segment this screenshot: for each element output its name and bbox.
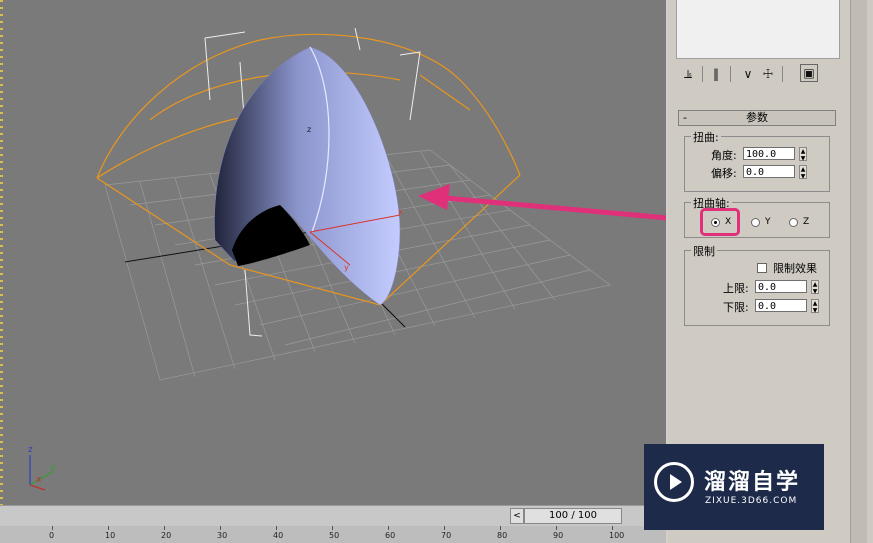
modifier-stack-list[interactable] — [676, 0, 840, 59]
limit-effect-label: 限制效果 — [773, 262, 817, 275]
ruler-tick — [276, 526, 277, 530]
lower-limit-label: 下限: — [723, 301, 749, 314]
ruler-tick — [556, 526, 557, 530]
tripod-x: x — [36, 475, 42, 485]
watermark-title: 溜溜自学 — [704, 470, 801, 495]
toolbar-divider — [782, 66, 783, 82]
limits-group-label: 限制 — [691, 243, 717, 259]
bias-label: 偏移: — [711, 167, 737, 180]
modifier-stack-toolbar: ⫡ ‖ ∨ ☩ ▣ — [672, 64, 842, 86]
ruler-tick — [444, 526, 445, 530]
ruler-tick — [612, 526, 613, 530]
axis-z-radio[interactable] — [789, 218, 798, 227]
watermark-url: ZIXUE.3D66.COM — [705, 496, 798, 506]
time-slider-prev-button[interactable]: < — [510, 508, 524, 524]
ruler-tick — [108, 526, 109, 530]
ruler-tick-label: 30 — [217, 531, 228, 540]
perspective-viewport[interactable]: z x y z y x — [0, 0, 668, 505]
ruler-tick-label: 70 — [441, 531, 452, 540]
viewport-scene: z x y z y x — [28, 27, 666, 491]
ruler-tick — [164, 526, 165, 530]
pin-stack-icon[interactable]: ⫡ — [678, 64, 698, 84]
twist-axis-x-highlight — [700, 208, 740, 236]
ruler-tick-label: 0 — [49, 531, 55, 540]
ruler-tick — [52, 526, 53, 530]
ruler-tick-label: 10 — [105, 531, 116, 540]
ruler-tick — [500, 526, 501, 530]
limits-group: 限制 限制效果 上限: 0.0 ▲ ▼ 下限: 0.0 ▲ ▼ — [684, 243, 830, 326]
time-slider[interactable]: < 100 / 100 — [0, 505, 666, 526]
gizmo-label-y: y — [344, 263, 349, 272]
ruler-tick-label: 80 — [497, 531, 508, 540]
axis-y-radio[interactable] — [751, 218, 760, 227]
upper-limit-field[interactable]: 0.0 — [755, 280, 807, 293]
ruler-tick-label: 50 — [329, 531, 340, 540]
remove-modifier-icon[interactable]: ☩ — [758, 64, 778, 84]
axis-y-label: Y — [765, 217, 771, 227]
gizmo-label-x: x — [398, 207, 403, 216]
bias-spinner-field[interactable]: 0.0 — [743, 165, 795, 178]
ruler-tick — [332, 526, 333, 530]
tripod-y: y — [50, 463, 56, 473]
angle-spinner-field[interactable]: 100.0 — [743, 147, 795, 160]
parameters-rollout-header[interactable]: - 参数 — [678, 110, 836, 126]
upper-limit-label: 上限: — [723, 282, 749, 295]
ruler-tick-label: 40 — [273, 531, 284, 540]
ruler-tick-label: 60 — [385, 531, 396, 540]
gizmo-label-z: z — [307, 125, 311, 134]
show-end-result-icon[interactable]: ‖ — [706, 64, 726, 84]
ruler-tick — [220, 526, 221, 530]
limit-effect-checkbox[interactable] — [757, 263, 767, 273]
make-unique-icon[interactable]: ∨ — [738, 64, 758, 84]
lower-limit-arrows[interactable]: ▲ ▼ — [811, 299, 819, 314]
tripod-z: z — [28, 445, 33, 455]
annotation-arrow — [418, 184, 666, 221]
upper-limit-arrows[interactable]: ▲ ▼ — [811, 280, 819, 295]
watermark-logo: 溜溜自学 ZIXUE.3D66.COM — [644, 444, 824, 530]
configure-sets-icon[interactable]: ▣ — [800, 64, 818, 82]
rollout-title: 参数 — [746, 111, 768, 124]
angle-label: 角度: — [711, 149, 737, 162]
twist-group-label: 扭曲: — [691, 129, 721, 145]
ruler-tick-label: 20 — [161, 531, 172, 540]
ruler-tick — [388, 526, 389, 530]
angle-spinner-arrows[interactable]: ▲ ▼ — [799, 147, 807, 162]
ruler-tick-label: 90 — [553, 531, 564, 540]
play-logo-icon — [654, 462, 694, 502]
time-slider-frame-readout[interactable]: 100 / 100 — [524, 508, 622, 524]
track-bar-ruler[interactable]: 0 10 20 30 40 50 60 70 80 90 100 — [0, 526, 666, 543]
lower-limit-field[interactable]: 0.0 — [755, 299, 807, 312]
axis-z-label: Z — [803, 217, 810, 227]
command-panel-scrollbar[interactable] — [850, 0, 867, 543]
bias-spinner-arrows[interactable]: ▲ ▼ — [799, 165, 807, 180]
toolbar-divider — [702, 66, 703, 82]
toolbar-divider — [730, 66, 731, 82]
twist-group: 扭曲: 角度: 100.0 ▲ ▼ 偏移: 0.0 ▲ ▼ — [684, 129, 830, 192]
ruler-tick-label: 100 — [609, 531, 625, 540]
